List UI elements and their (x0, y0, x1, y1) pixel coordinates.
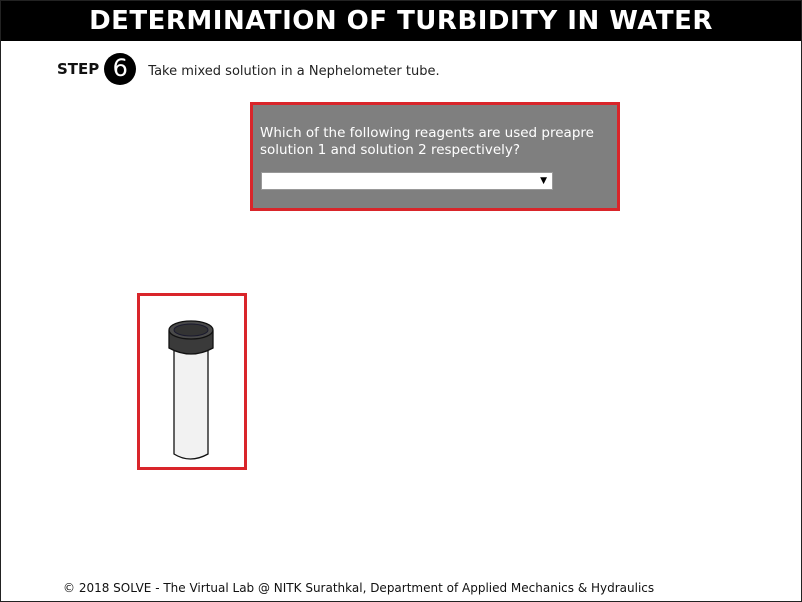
step-label: STEP (57, 60, 100, 78)
question-text: Which of the following reagents are used… (260, 125, 594, 158)
step-indicator: STEP 6 Take mixed solution in a Nephelom… (57, 53, 440, 85)
nephelometer-tube[interactable] (137, 293, 247, 470)
step-number-badge: 6 (104, 53, 137, 85)
chevron-down-icon: ▼ (540, 176, 547, 186)
reagent-dropdown[interactable]: ▼ (261, 172, 553, 190)
footer-copyright: © 2018 SOLVE - The Virtual Lab @ NITK Su… (63, 581, 655, 595)
question-panel: Which of the following reagents are used… (250, 102, 620, 211)
step-instruction: Take mixed solution in a Nephelometer tu… (148, 63, 440, 79)
nephelometer-tube-icon (168, 320, 214, 460)
page-title: DETERMINATION OF TURBIDITY IN WATER (1, 1, 801, 41)
lab-window: DETERMINATION OF TURBIDITY IN WATER STEP… (0, 0, 802, 602)
